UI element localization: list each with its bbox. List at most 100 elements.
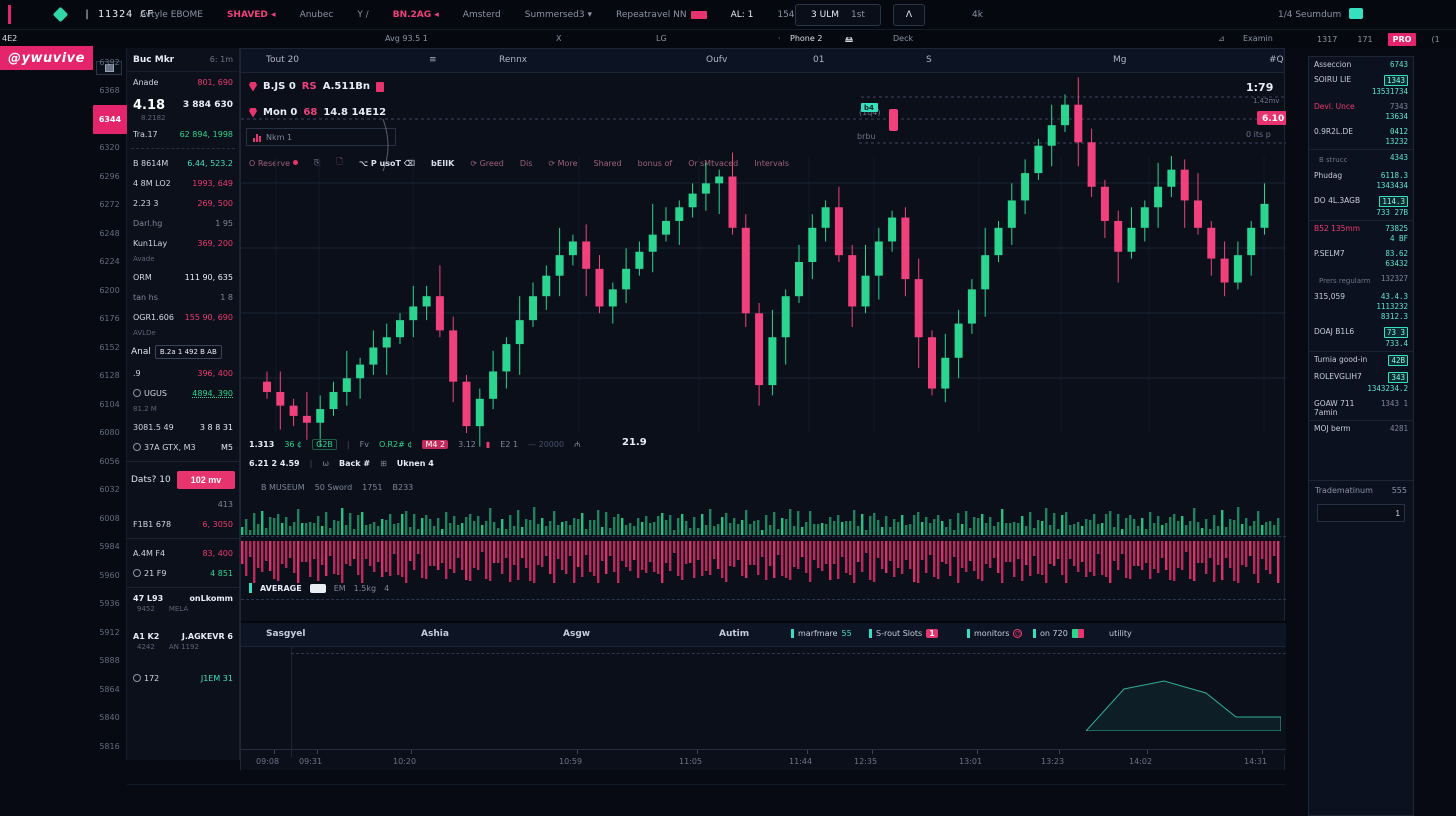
chart-header-col[interactable]: S [926,55,932,65]
orders-legend-item[interactable]: S-rout Slots1 [869,629,938,638]
deck-menu[interactable]: Deck [893,34,913,43]
oscillator-badge[interactable] [310,584,326,593]
price-ladder-value[interactable]: 6128 [93,362,126,391]
buy-button[interactable]: 102 mv [177,471,235,489]
phone-menu[interactable]: Phone 2 [790,34,822,43]
price-ladder-value[interactable]: 5912 [93,618,126,647]
watchlist-row[interactable]: 0.9R2L.DE041213232 [1309,124,1413,150]
order-row[interactable]: tan hs1 8 [127,287,239,307]
order-row[interactable]: 21 F94 851 [127,563,239,583]
watchlist-tab[interactable]: 1317 [1312,33,1342,46]
watchlist-search-input[interactable] [1317,504,1405,522]
chart-header-col[interactable]: ≡ [429,55,437,65]
watchlist-row[interactable]: DOAJ B1L673 3733.4 [1309,324,1413,352]
top-menu-item[interactable]: Avtyle EBOME [140,10,203,20]
order-row[interactable]: Kun1Lay369, 200 [127,233,239,253]
price-ladder-value[interactable]: 6368 [93,77,126,106]
orders-legend-item[interactable]: marfmare55 [791,629,852,638]
watchlist-row[interactable]: Phudag6118.31343434 [1309,168,1413,193]
orders-table-col[interactable]: Sasgyel [266,629,305,639]
watchlist-tab[interactable]: 171 [1352,33,1377,46]
order-size-box[interactable]: 3 ULM 1st [795,4,881,26]
tool-box[interactable]: Λ [893,4,925,26]
order-row[interactable]: Anade801, 690 [127,72,239,92]
monitor-icon[interactable] [1349,8,1363,19]
chart-header-col[interactable]: 01 [813,55,824,65]
price-ladder-value[interactable]: 6272 [93,191,126,220]
watchlist-row[interactable]: Asseccion6743 [1309,57,1413,72]
order-row[interactable]: Darl.hg1 95 [127,213,239,233]
time-axis[interactable]: 09:0809:3110:2010:5911:0511:4412:3513:01… [241,749,1286,771]
top-menu-item[interactable]: AL: 1 [731,10,754,20]
brand-logo[interactable]: @ywuvive [0,46,93,70]
price-ladder-value[interactable]: 5960 [93,561,126,590]
price-ladder-value[interactable]: 5936 [93,590,126,619]
watchlist-row[interactable]: SOIRU LIE134313531734 [1309,72,1413,99]
watchlist-row[interactable]: ROLEVGLIH73431343234.2 [1309,369,1413,396]
price-ladder-value[interactable]: 6080 [93,419,126,448]
price-ladder-value[interactable]: 5840 [93,704,126,733]
order-panel-timeframe[interactable]: 6: 1m [210,55,233,64]
compass-icon[interactable]: ⊿ [1218,34,1225,43]
watchlist-row[interactable]: P.SELM783.6263432 [1309,246,1413,271]
price-ladder-value[interactable]: 6320 [93,134,126,163]
watchlist-tab-active[interactable]: PRO [1388,33,1417,46]
price-ladder-value[interactable]: 5816 [93,732,126,761]
order-row[interactable]: B 8614M6.44, 523.2 [127,153,239,173]
order-row[interactable]: UGUS4894, 390 [127,383,239,403]
top-menu-item[interactable]: Anubec [300,10,334,20]
top-menu-item[interactable]: BN.2AG ◂ [393,10,439,20]
chart-header-col[interactable]: Oufv [706,55,727,65]
order-row[interactable]: 2.23 3269, 500 [127,193,239,213]
order-row[interactable]: 3081.5 493 8 8 31 [127,417,239,437]
order-row[interactable]: F1B1 6786, 3050 [127,514,239,534]
watchlist-row[interactable]: Turnia good-in42B [1309,352,1413,369]
price-ladder-value[interactable]: 5984 [93,533,126,562]
order-row[interactable]: .9396, 400 [127,363,239,383]
x-label[interactable]: X [556,34,561,43]
orders-table-col[interactable]: Asgw [563,629,590,639]
watchlist-row[interactable]: MOJ berm4281 [1309,421,1413,436]
candlestick-chart[interactable]: 1:79(1q4)1.42mv6.10brbu0 its pb4 [241,77,1286,449]
order-row[interactable]: ORM111 90, 635 [127,267,239,287]
order-row[interactable]: 172J1EM 31 [127,668,239,688]
price-ladder-value[interactable]: 6224 [93,248,126,277]
price-ladder-value[interactable]: 6200 [93,276,126,305]
watchlist-tab[interactable]: (1 [1426,33,1444,46]
watchlist-row[interactable]: 315,05943.4.311132328312.3 [1309,289,1413,324]
top-menu-item[interactable]: Repeatravel NN [616,10,707,20]
chart-header-col[interactable]: #Q [1269,55,1284,65]
top-menu-item[interactable]: SHAVED ◂ [227,10,276,20]
price-ladder-value[interactable]: 6296 [93,162,126,191]
order-preset-button[interactable]: B.2a 1 492 B AB [155,345,222,359]
chart-header-col[interactable]: Tout 20 [266,55,299,65]
orders-legend-item[interactable]: monitors∅ [967,629,1022,638]
chart-header-col[interactable]: Rennx [499,55,527,65]
price-ladder-value[interactable]: 6176 [93,305,126,334]
price-ladder-value[interactable]: 6344 [93,105,127,134]
order-row[interactable]: 37A GTX, M3M5 [127,437,239,457]
save-disk-icon[interactable]: 🖴 [845,34,853,48]
lg-label[interactable]: LG [656,34,667,43]
price-ladder-value[interactable]: 6152 [93,333,126,362]
order-row[interactable]: OGR1.606155 90, 690 [127,307,239,327]
chart-header-col[interactable]: Mg [1113,55,1126,65]
price-ladder-value[interactable]: 5888 [93,647,126,676]
orders-table-col[interactable]: Ashia [421,629,449,639]
orders-legend-item[interactable]: on 720 [1033,629,1084,638]
orders-table-col[interactable]: Autim [719,629,749,639]
top-menu-item[interactable]: Y / [357,10,368,20]
orders-legend-item[interactable]: utility [1109,629,1132,638]
top-menu-item[interactable]: Summersed3 ▾ [525,10,592,20]
watchlist-row[interactable]: DO 4L.3AGB114.3733 27B [1309,193,1413,221]
top-menu-item[interactable]: Amsterd [463,10,501,20]
watchlist-row[interactable]: B52 135mm738254 BF [1309,221,1413,246]
watchlist-row[interactable]: GOAW 711 7amin1343 1 [1309,396,1413,421]
price-ladder-value[interactable]: 6392 [93,48,126,77]
order-row[interactable]: A.4M F483, 400 [127,543,239,563]
price-ladder-value[interactable]: 6008 [93,504,126,533]
price-ladder-value[interactable]: 6248 [93,219,126,248]
order-row[interactable]: 4 8M LO21993, 649 [127,173,239,193]
price-ladder-value[interactable]: 6104 [93,390,126,419]
price-ladder-value[interactable]: 6056 [93,447,126,476]
